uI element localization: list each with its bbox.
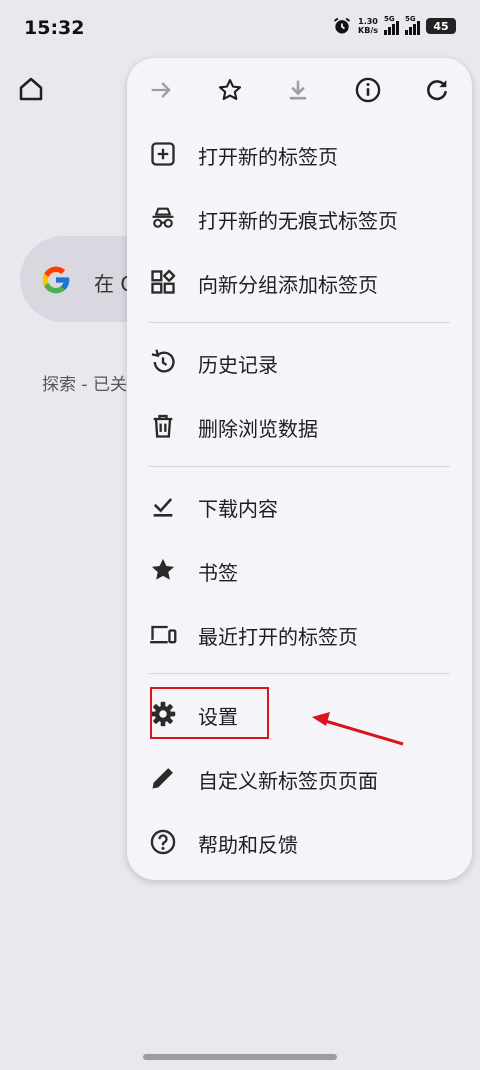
download-page-button[interactable] — [280, 72, 316, 108]
info-icon — [355, 77, 381, 103]
menu-divider — [149, 322, 450, 323]
help-icon — [150, 829, 176, 855]
status-bar: 15:32 1.30 KB/s 5G 5G 45 — [0, 0, 480, 58]
sim2-type: 5G — [405, 15, 416, 23]
status-icons: 1.30 KB/s 5G 5G 45 — [332, 15, 456, 36]
menu-item-label: 最近打开的标签页 — [198, 625, 358, 649]
menu-item-label: 帮助和反馈 — [198, 833, 298, 857]
refresh-icon — [427, 80, 448, 101]
google-logo-icon — [42, 266, 70, 294]
alarm-clock-icon — [333, 17, 351, 34]
overflow-menu: 打开新的标签页 打开新的无痕式标签页 向新分组添加标签页 历史记录 删除浏览数据… — [127, 58, 472, 880]
menu-item-add-to-new-group[interactable]: 向新分组添加标签页 — [127, 250, 472, 314]
history-icon — [151, 349, 175, 373]
bookmark-page-button[interactable] — [212, 72, 248, 108]
menu-divider — [149, 673, 450, 674]
menu-item-new-incognito-tab[interactable]: 打开新的无痕式标签页 — [127, 186, 472, 250]
battery-icon: 45 — [426, 18, 456, 34]
forward-button[interactable] — [143, 72, 179, 108]
menu-divider — [149, 466, 450, 467]
devices-icon — [150, 625, 177, 644]
star-outline-icon — [218, 79, 242, 101]
discover-feed-label: 探索 - 已关 — [42, 375, 127, 395]
incognito-icon — [152, 207, 174, 228]
menu-item-customize-new-tab-page[interactable]: 自定义新标签页页面 — [127, 746, 472, 810]
menu-item-downloads[interactable]: 下载内容 — [127, 474, 472, 538]
annotation-highlight-box — [150, 687, 269, 739]
menu-item-label: 下载内容 — [198, 497, 278, 521]
status-time: 15:32 — [24, 17, 85, 39]
menu-item-label: 书签 — [198, 561, 238, 585]
trash-icon — [153, 414, 173, 438]
menu-item-history[interactable]: 历史记录 — [127, 330, 472, 394]
sim1-type: 5G — [384, 15, 395, 23]
menu-item-label: 自定义新标签页页面 — [198, 769, 378, 793]
gesture-nav-handle[interactable] — [143, 1054, 337, 1060]
menu-item-label: 删除浏览数据 — [198, 417, 318, 441]
tab-group-icon — [151, 269, 176, 294]
menu-item-label: 打开新的标签页 — [198, 145, 338, 169]
home-icon[interactable] — [16, 74, 46, 104]
network-speed-unit: KB/s — [358, 26, 378, 35]
new-tab-icon — [151, 142, 175, 166]
download-done-icon — [153, 498, 173, 517]
menu-item-clear-browsing-data[interactable]: 删除浏览数据 — [127, 394, 472, 458]
menu-item-recent-tabs[interactable]: 最近打开的标签页 — [127, 602, 472, 666]
arrow-forward-icon — [151, 82, 171, 98]
pencil-icon — [152, 768, 173, 789]
signal-1-icon: 5G — [384, 15, 399, 35]
menu-item-bookmarks[interactable]: 书签 — [127, 538, 472, 602]
menu-item-help-feedback[interactable]: 帮助和反馈 — [127, 810, 472, 874]
annotation-arrow-icon — [312, 712, 404, 746]
menu-item-label: 向新分组添加标签页 — [198, 273, 378, 297]
signal-2-icon: 5G — [405, 15, 420, 35]
download-icon — [289, 80, 307, 100]
menu-item-new-tab[interactable]: 打开新的标签页 — [127, 122, 472, 186]
menu-toolbar — [127, 58, 472, 122]
star-filled-icon — [151, 558, 175, 580]
network-speed: 1.30 KB/s — [358, 17, 378, 35]
refresh-button[interactable] — [419, 72, 455, 108]
network-speed-value: 1.30 — [358, 17, 378, 26]
page-info-button[interactable] — [350, 72, 386, 108]
menu-item-label: 历史记录 — [198, 353, 278, 377]
menu-item-label: 打开新的无痕式标签页 — [198, 209, 398, 233]
